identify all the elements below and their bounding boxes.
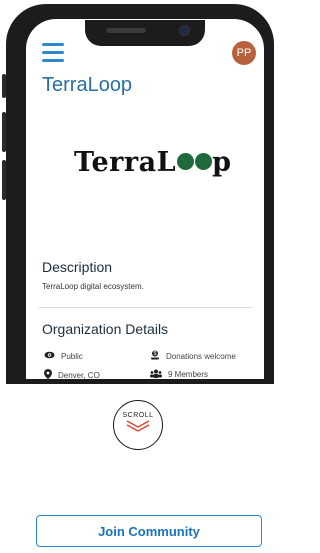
- location-label: Denver, CO: [58, 370, 100, 380]
- phone-camera: [179, 25, 190, 36]
- members-detail: 9 Members: [150, 369, 208, 379]
- chevron-down-icon: [126, 420, 150, 432]
- location-detail: Denver, CO: [44, 369, 100, 379]
- members-label: 9 Members: [168, 370, 209, 379]
- phone-side-button: [2, 74, 6, 98]
- phone-volume-down: [2, 160, 6, 200]
- phone-volume-up: [2, 112, 6, 152]
- description-text: TerraLoop digital ecosystem.: [42, 282, 144, 291]
- svg-text:$: $: [154, 351, 157, 357]
- divider: [38, 307, 252, 308]
- phone-screen: PP TerraLoop TerraL p Description TerraLo…: [26, 19, 264, 379]
- phone-frame: PP TerraLoop TerraL p Description TerraLo…: [2, 4, 274, 384]
- visibility-label: Public: [61, 351, 83, 361]
- page-title: TerraLoop: [42, 74, 133, 96]
- terraloop-logo: TerraL p: [74, 147, 232, 178]
- join-community-button[interactable]: Join Community: [36, 515, 262, 547]
- organization-heading: Organization Details: [42, 321, 169, 337]
- scroll-label: SCROLL: [122, 412, 154, 419]
- eye-icon: [44, 351, 55, 361]
- donations-detail: $ Donations welcome: [150, 350, 236, 362]
- donation-icon: $: [150, 350, 160, 362]
- scroll-indicator[interactable]: SCROLL: [113, 400, 163, 450]
- map-pin-icon: [44, 369, 52, 379]
- visibility-detail: Public: [44, 351, 83, 361]
- users-icon: [150, 369, 162, 379]
- avatar[interactable]: PP: [232, 41, 256, 65]
- donations-label: Donations welcome: [166, 351, 236, 361]
- description-heading: Description: [42, 259, 113, 275]
- hamburger-icon[interactable]: [42, 43, 64, 62]
- phone-speaker: [106, 28, 146, 33]
